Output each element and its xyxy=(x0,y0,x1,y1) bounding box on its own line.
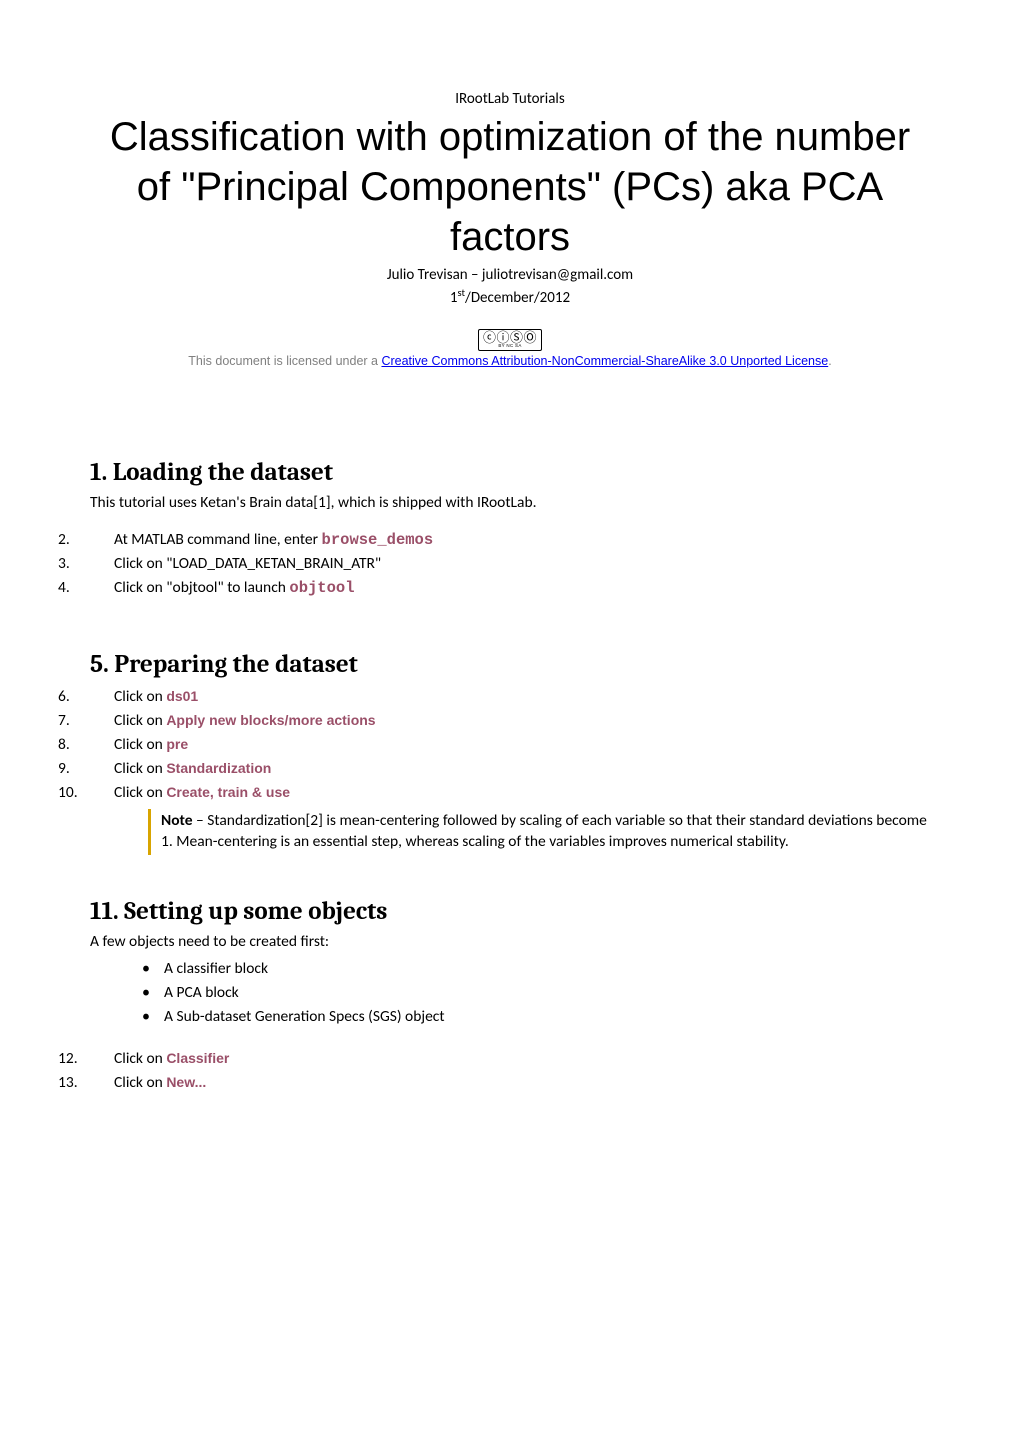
step-12-text: Click on xyxy=(114,1049,166,1068)
step-4: 4.Click on "objtool" to launch objtool xyxy=(90,576,930,600)
license-link[interactable]: Creative Commons Attribution-NonCommerci… xyxy=(381,354,828,368)
step-6: 6.Click on ds01 xyxy=(90,685,930,709)
step-6-text: Click on xyxy=(114,687,166,706)
heading-loading-dataset: 1. Loading the dataset xyxy=(90,458,930,487)
step-2-text: At MATLAB command line, enter xyxy=(114,530,322,549)
title-line-3: factors xyxy=(450,215,570,259)
date-pre: 1 xyxy=(450,289,458,307)
step-4-text: Click on "objtool" to launch xyxy=(114,578,289,597)
step-7-text: Click on xyxy=(114,711,166,730)
step-8-text: Click on xyxy=(114,735,166,754)
step-3-text: Click on "LOAD_DATA_KETAN_BRAIN_ATR" xyxy=(114,554,381,573)
note-text: – Standardization[2] is mean-centering f… xyxy=(161,811,927,851)
step-13-text: Click on xyxy=(114,1073,166,1092)
heading-preparing-dataset: 5. Preparing the dataset xyxy=(90,650,930,679)
header-series: IRootLab Tutorials xyxy=(90,90,930,108)
s1-steps: 2.At MATLAB command line, enter browse_d… xyxy=(90,528,930,600)
bullet-pca-block: A PCA block xyxy=(164,981,930,1005)
ui-pre: pre xyxy=(166,736,188,752)
step-10: 10.Click on Create, train & use xyxy=(90,781,930,805)
title-line-2: of "Principal Components" (PCs) aka PCA xyxy=(137,165,883,209)
ui-create-train-use: Create, train & use xyxy=(166,784,290,800)
note-standardization: Note – Standardization[2] is mean-center… xyxy=(148,809,930,855)
date-sup: st xyxy=(458,286,466,299)
s2-steps: 6.Click on ds01 7.Click on Apply new blo… xyxy=(90,685,930,805)
cc-license-block: ⓒⓘⓈⓄ BY NC SA This document is licensed … xyxy=(90,329,930,368)
ui-classifier: Classifier xyxy=(166,1050,229,1066)
step-2: 2.At MATLAB command line, enter browse_d… xyxy=(90,528,930,552)
step-7: 7.Click on Apply new blocks/more actions xyxy=(90,709,930,733)
step-12: 12.Click on Classifier xyxy=(90,1047,930,1071)
title-line-1: Classification with optimization of the … xyxy=(110,115,910,159)
s3-bullets: A classifier block A PCA block A Sub-dat… xyxy=(90,957,930,1029)
code-browse-demos: browse_demos xyxy=(322,531,434,549)
heading-setting-up-objects: 11. Setting up some objects xyxy=(90,897,930,926)
date-line: 1st/December/2012 xyxy=(90,286,930,307)
step-9: 9.Click on Standardization xyxy=(90,757,930,781)
license-suffix: . xyxy=(828,354,831,368)
step-10-text: Click on xyxy=(114,783,166,802)
step-9-text: Click on xyxy=(114,759,166,778)
author-line: Julio Trevisan – juliotrevisan@gmail.com xyxy=(90,266,930,284)
ui-new: New... xyxy=(166,1074,206,1090)
ui-standardization: Standardization xyxy=(166,760,271,776)
ui-apply-new-blocks: Apply new blocks/more actions xyxy=(166,712,375,728)
code-objtool: objtool xyxy=(289,579,354,597)
license-prefix: This document is licensed under a xyxy=(188,354,381,368)
date-post: /December/2012 xyxy=(465,289,570,307)
section-preparing-dataset: 5. Preparing the dataset 6.Click on ds01… xyxy=(90,650,930,855)
s3-intro: A few objects need to be created first: xyxy=(90,932,930,953)
section-setting-up-objects: 11. Setting up some objects A few object… xyxy=(90,897,930,1095)
step-3: 3.Click on "LOAD_DATA_KETAN_BRAIN_ATR" xyxy=(90,552,930,576)
document-title: Classification with optimization of the … xyxy=(90,112,930,262)
bullet-sgs-object: A Sub-dataset Generation Specs (SGS) obj… xyxy=(164,1005,930,1029)
s1-intro: This tutorial uses Ketan's Brain data[1]… xyxy=(90,493,930,514)
step-13: 13.Click on New... xyxy=(90,1071,930,1095)
section-loading-dataset: 1. Loading the dataset This tutorial use… xyxy=(90,458,930,600)
note-label: Note xyxy=(161,811,193,830)
cc-badge-icon: ⓒⓘⓈⓄ BY NC SA xyxy=(478,329,542,351)
ui-ds01: ds01 xyxy=(166,688,198,704)
s3-steps: 12.Click on Classifier 13.Click on New..… xyxy=(90,1047,930,1095)
note-body: Note – Standardization[2] is mean-center… xyxy=(161,811,930,853)
step-8: 8.Click on pre xyxy=(90,733,930,757)
bullet-classifier-block: A classifier block xyxy=(164,957,930,981)
document-page: IRootLab Tutorials Classification with o… xyxy=(0,0,1020,1443)
license-text: This document is licensed under a Creati… xyxy=(90,354,930,368)
